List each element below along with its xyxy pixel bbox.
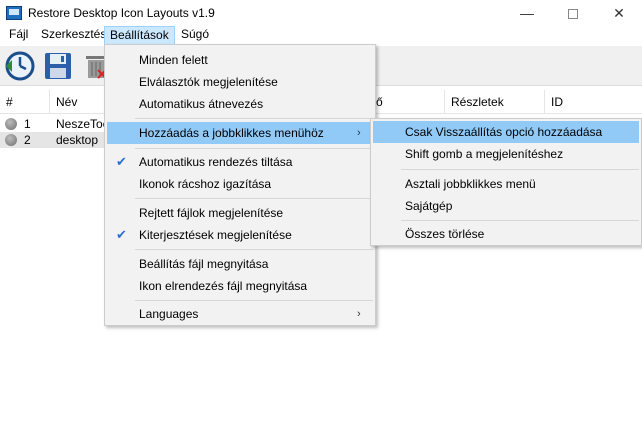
column-header-details[interactable]: Részletek [445, 90, 545, 114]
menu-item-auto-rename[interactable]: Automatikus átnevezés [107, 93, 373, 115]
menu-item-label: Kiterjesztések megjelenítése [139, 228, 292, 242]
menu-help[interactable]: Súgó [176, 26, 214, 45]
row-name: desktop [56, 133, 99, 147]
layout-icon [5, 118, 17, 130]
window-title: Restore Desktop Icon Layouts v1.9 [28, 6, 215, 20]
row-number: 1 [24, 117, 31, 131]
maximize-icon [568, 9, 578, 20]
save-button[interactable] [42, 50, 76, 82]
restore-button[interactable] [4, 50, 38, 82]
menu-file[interactable]: Fájl [4, 26, 33, 45]
menu-item-label: Hozzáadás a jobbklikkes menühöz [139, 126, 324, 140]
settings-dropdown: Minden felett Elválasztók megjelenítése … [104, 44, 376, 326]
menu-item-open-layout-file[interactable]: Ikon elrendezés fájl megnyitása [107, 275, 373, 297]
menu-item-add-context-menu[interactable]: Hozzáadás a jobbklikkes menühöz › [107, 122, 373, 144]
row-name: NeszeTool [56, 117, 106, 131]
minimize-button[interactable]: — [504, 0, 550, 27]
menu-separator [135, 118, 373, 119]
menu-item-disable-auto-arrange[interactable]: ✔ Automatikus rendezés tiltása [107, 151, 373, 173]
check-icon: ✔ [116, 154, 127, 169]
menu-item-label: Automatikus rendezés tiltása [139, 155, 293, 169]
menu-separator [135, 300, 373, 301]
menu-separator [401, 220, 639, 221]
menu-item-show-hidden-files[interactable]: Rejtett fájlok megjelenítése [107, 202, 373, 224]
menu-item-always-on-top[interactable]: Minden felett [107, 49, 373, 71]
menu-settings[interactable]: Beállítások [104, 26, 175, 45]
save-disk-icon [45, 53, 71, 79]
title-bar: Restore Desktop Icon Layouts v1.9 — ✕ [0, 0, 642, 27]
submenu-item-desktop-menu[interactable]: Asztali jobbklikkes menü [373, 173, 639, 195]
submenu-item-my-computer[interactable]: Sajátgép [373, 195, 639, 217]
column-header-date[interactable]: ő [370, 90, 445, 114]
column-header-id[interactable]: ID [545, 90, 642, 114]
context-menu-submenu: Csak Visszaállítás opció hozzáadása Shif… [370, 118, 642, 246]
close-button[interactable]: ✕ [596, 0, 642, 27]
menu-separator [135, 148, 373, 149]
submenu-arrow-icon: › [357, 308, 361, 320]
column-header-number[interactable]: # [0, 90, 50, 114]
row-number: 2 [24, 133, 31, 147]
menu-item-label: Languages [139, 307, 199, 321]
submenu-item-restore-only[interactable]: Csak Visszaállítás opció hozzáadása [373, 121, 639, 143]
layout-icon [5, 134, 17, 146]
menu-separator [135, 198, 373, 199]
submenu-arrow-icon: › [357, 127, 361, 139]
app-icon [6, 6, 22, 20]
check-icon: ✔ [116, 227, 127, 242]
menu-separator [401, 169, 639, 170]
submenu-item-remove-all[interactable]: Összes törlése [373, 223, 639, 245]
menu-edit[interactable]: Szerkesztés [36, 26, 111, 45]
menu-item-show-extensions[interactable]: ✔ Kiterjesztések megjelenítése [107, 224, 373, 246]
menu-bar: Fájl Szerkesztés Beállítások Súgó [0, 26, 642, 45]
menu-item-align-to-grid[interactable]: Ikonok rácshoz igazítása [107, 173, 373, 195]
menu-item-languages[interactable]: Languages › [107, 303, 373, 325]
menu-item-open-settings-file[interactable]: Beállítás fájl megnyitása [107, 253, 373, 275]
restore-clock-icon [5, 51, 35, 81]
menu-item-show-separators[interactable]: Elválasztók megjelenítése [107, 71, 373, 93]
maximize-button[interactable] [550, 0, 596, 27]
menu-separator [135, 249, 373, 250]
submenu-item-shift-key[interactable]: Shift gomb a megjelenítéshez [373, 143, 639, 165]
